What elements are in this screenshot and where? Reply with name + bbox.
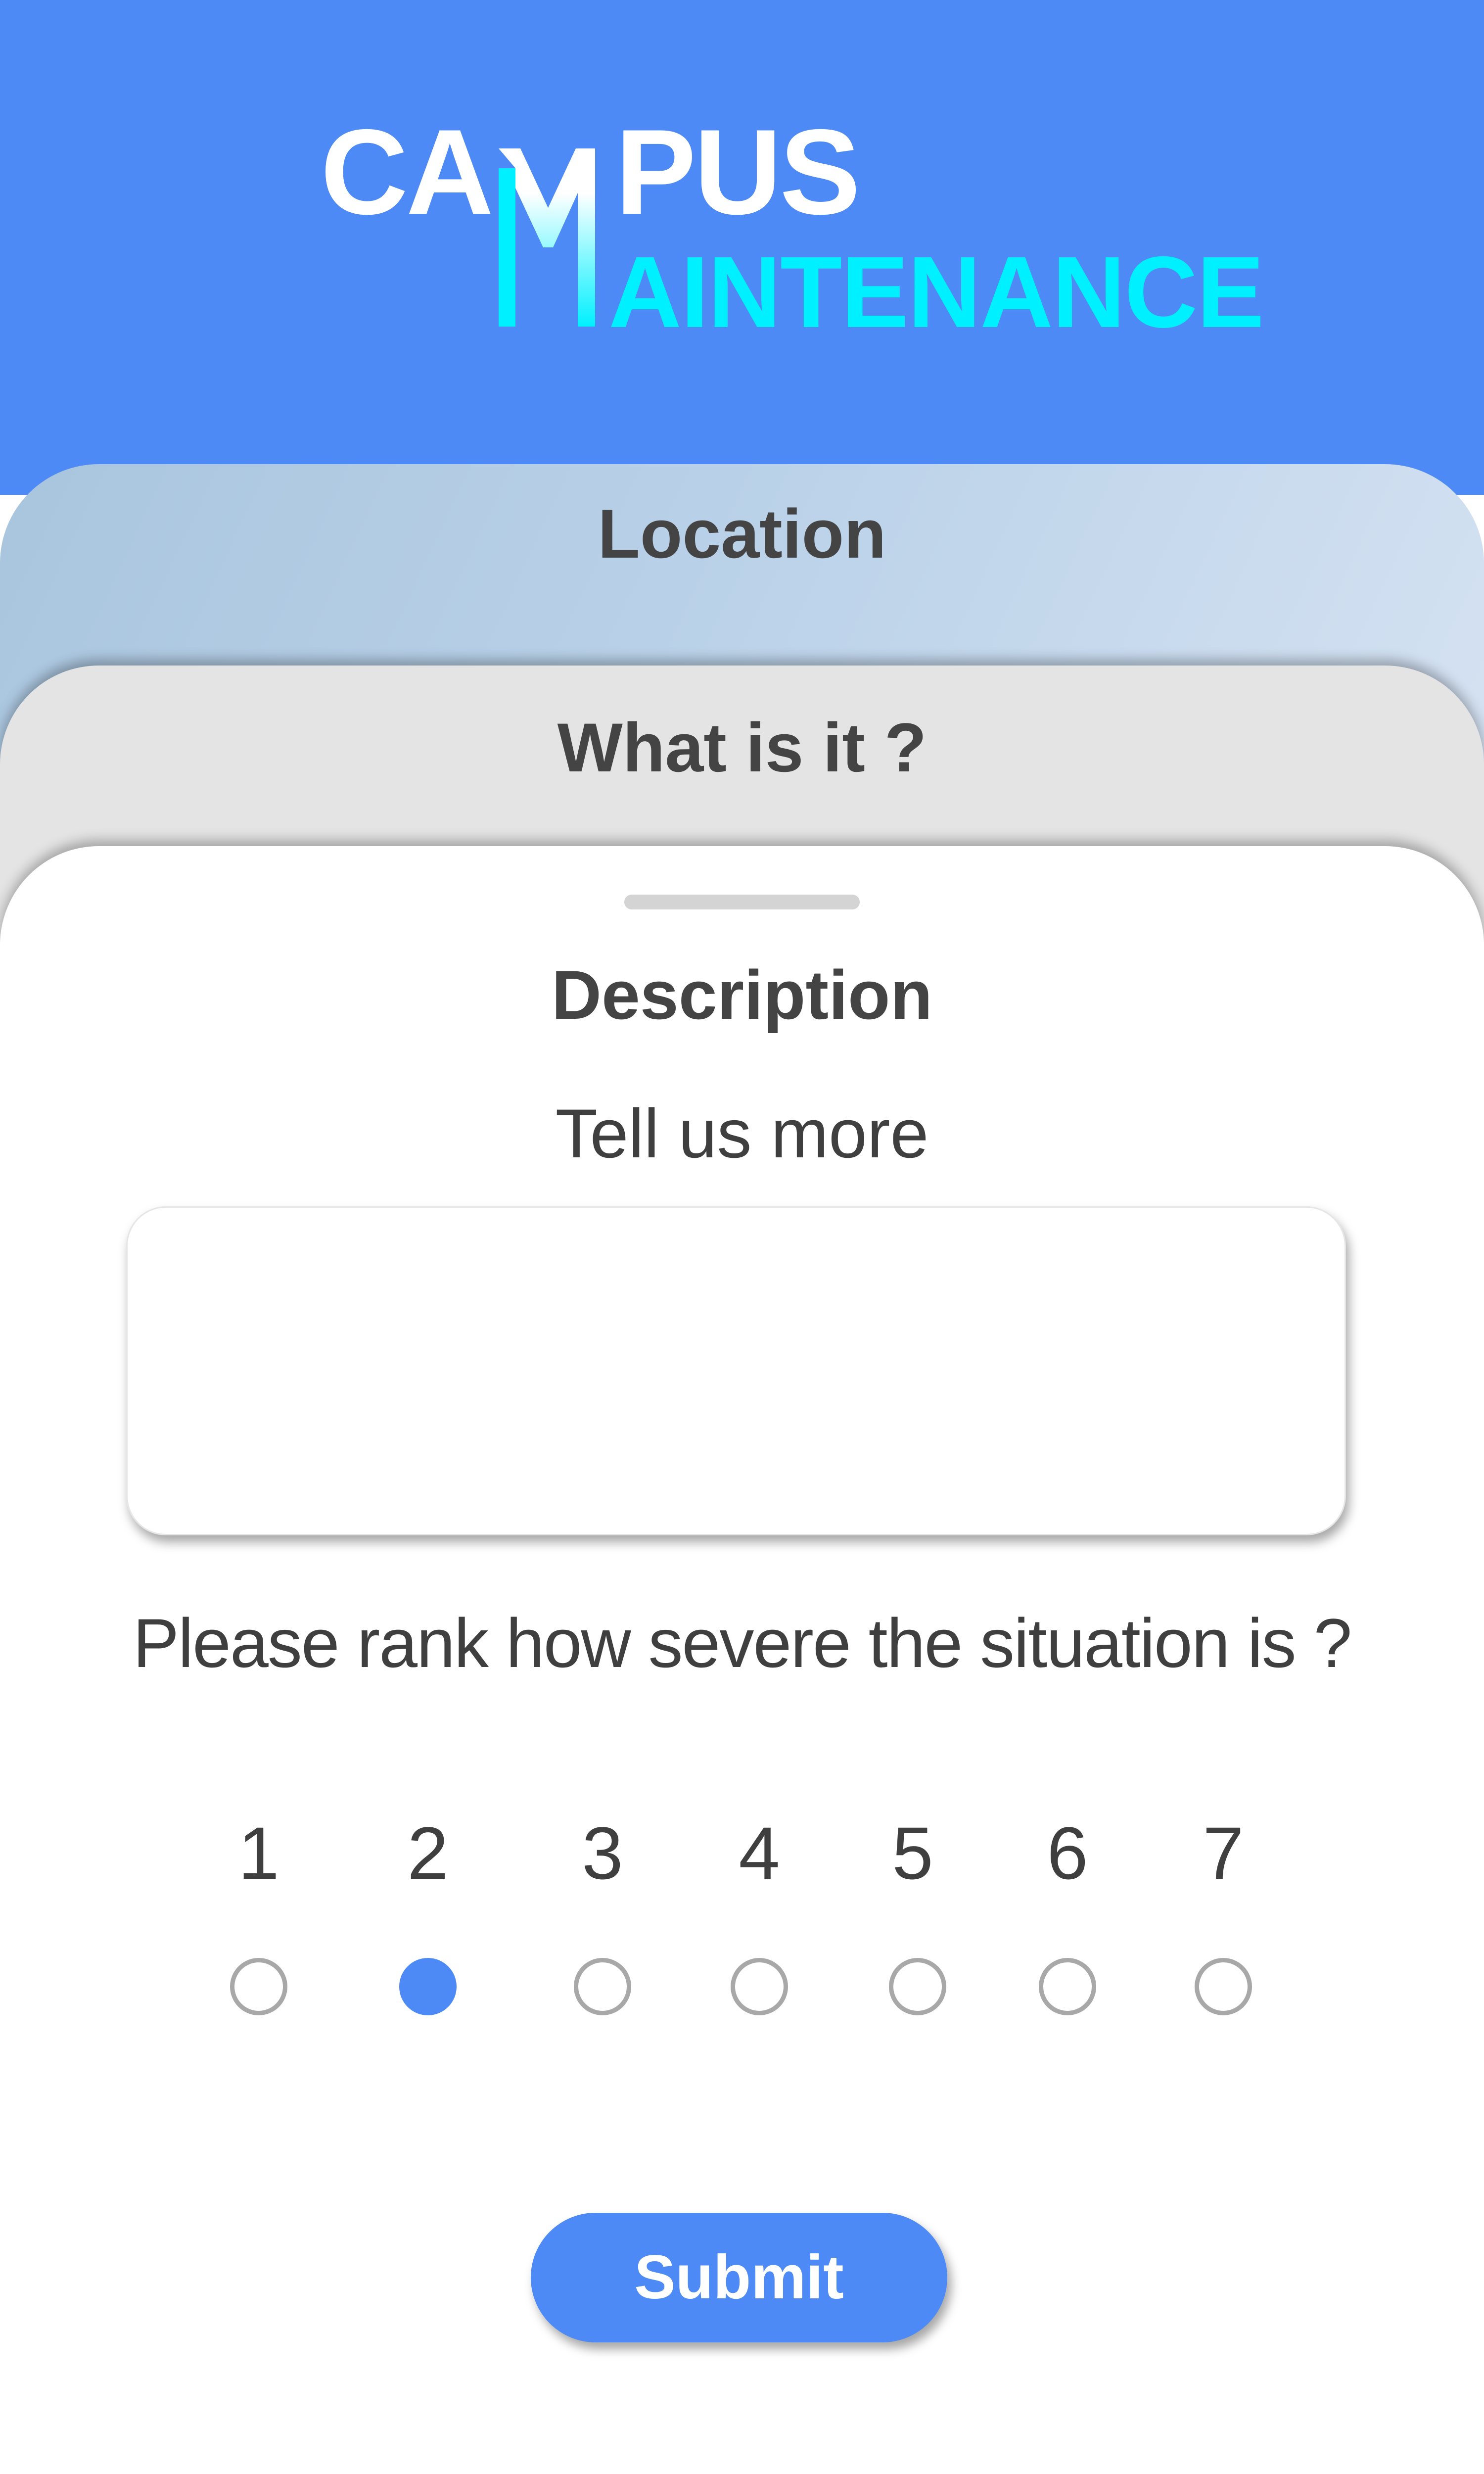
severity-radio-6[interactable]	[1039, 1958, 1096, 2015]
severity-label-5: 5	[892, 1811, 933, 1895]
app-header: CA PUS AINTENANCE	[0, 0, 1484, 495]
description-input[interactable]	[126, 1206, 1346, 1535]
logo-wordmark-maintenance: AINTENANCE	[608, 236, 1264, 349]
severity-label-4: 4	[739, 1811, 780, 1895]
location-card-title: Location	[598, 495, 886, 572]
severity-radio-3[interactable]	[574, 1958, 631, 2015]
severity-radio-1[interactable]	[230, 1958, 287, 2015]
severity-radio-2[interactable]	[399, 1958, 457, 2015]
severity-radio-5[interactable]	[889, 1958, 946, 2015]
severity-label-2: 2	[407, 1811, 449, 1895]
description-title: Description	[551, 956, 933, 1034]
campus-maintenance-m-logo-icon	[499, 148, 595, 327]
submit-button[interactable]: Submit	[531, 2213, 947, 2342]
severity-question: Please rank how severe the situation is …	[133, 1604, 1352, 1682]
severity-label-7: 7	[1203, 1811, 1244, 1895]
severity-radio-4[interactable]	[731, 1958, 788, 2015]
sheet-drag-handle[interactable]	[624, 895, 860, 909]
what-is-it-card-title: What is it ?	[557, 709, 927, 786]
severity-radio-7[interactable]	[1195, 1958, 1252, 2015]
logo-text-ca: CA	[321, 104, 494, 239]
severity-label-1: 1	[238, 1811, 279, 1895]
logo-text-pus: PUS	[615, 104, 861, 239]
severity-label-6: 6	[1047, 1811, 1088, 1895]
severity-label-3: 3	[582, 1811, 623, 1895]
tell-us-more-label: Tell us more	[555, 1094, 929, 1172]
description-sheet: Description Tell us more Please rank how…	[0, 846, 1484, 2474]
